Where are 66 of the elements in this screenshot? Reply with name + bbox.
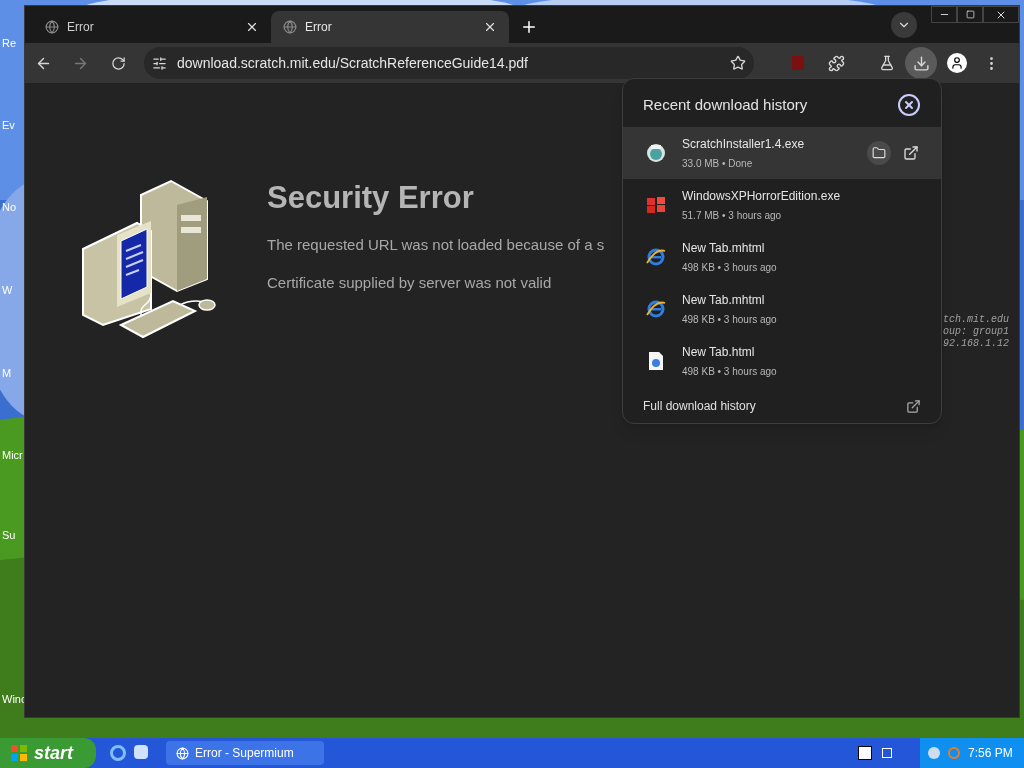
file-detail: 498 KB • 3 hours ago: [682, 365, 778, 379]
desktop-icon-label[interactable]: Micr: [2, 450, 23, 461]
download-icon: [912, 54, 930, 72]
file-name: New Tab.html: [682, 344, 756, 361]
show-in-folder-button[interactable]: [867, 141, 891, 165]
address-bar[interactable]: download.scratch.mit.edu/ScratchReferenceGuide14.pdf: [144, 47, 754, 79]
download-item[interactable]: WindowsXPHorrorEdition.exe 51.7 MB • 3 hours ago: [623, 179, 941, 231]
extensions-icon[interactable]: [828, 54, 845, 72]
browser-tab[interactable]: Error: [33, 11, 271, 43]
document-icon: [647, 351, 665, 371]
panel-title: Recent download history: [643, 94, 808, 115]
internet-explorer-icon: [645, 246, 667, 268]
task-title: Error - Supermium: [195, 745, 294, 762]
file-name: New Tab.mhtml: [682, 240, 766, 257]
internet-explorer-icon: [645, 298, 667, 320]
tab-search-button[interactable]: [891, 12, 917, 38]
taskbar-task[interactable]: Error - Supermium: [166, 741, 324, 765]
background-text: tch.mit.edu: [943, 314, 1009, 326]
reload-icon[interactable]: [111, 55, 126, 71]
flask-icon[interactable]: [879, 55, 895, 71]
open-external-icon[interactable]: [906, 398, 921, 414]
plus-icon: [520, 18, 538, 36]
download-item[interactable]: New Tab.mhtml 498 KB • 3 hours ago: [623, 231, 941, 283]
download-item[interactable]: New Tab.mhtml 498 KB • 3 hours ago: [623, 283, 941, 335]
bookmark-star-icon[interactable]: [730, 55, 746, 71]
folder-icon: [872, 146, 886, 160]
clock: 7:56 PM: [968, 745, 1013, 762]
open-file-icon[interactable]: [903, 145, 919, 161]
desktop-icon-label[interactable]: Re: [2, 38, 17, 49]
tab-title: Error: [305, 19, 333, 36]
start-button[interactable]: start: [0, 738, 96, 768]
file-name: New Tab.mhtml: [682, 292, 766, 309]
close-tab-icon[interactable]: [483, 20, 497, 34]
maximize-button[interactable]: [957, 6, 983, 23]
file-detail: 498 KB • 3 hours ago: [682, 261, 778, 275]
profile-icon[interactable]: [947, 53, 967, 73]
close-tab-icon[interactable]: [245, 20, 259, 34]
installer-icon: [646, 143, 666, 163]
browser-tab[interactable]: Error: [271, 11, 509, 43]
globe-icon: [45, 20, 59, 34]
globe-icon: [176, 746, 189, 760]
url-text: download.scratch.mit.edu/ScratchReferenceGuide14.pdf: [177, 53, 529, 73]
windows-flag-icon: [645, 195, 667, 215]
error-message: Certificate supplied by server was not valid: [267, 273, 553, 293]
maximize-icon: [965, 10, 975, 19]
close-icon[interactable]: [897, 93, 921, 117]
site-settings-icon[interactable]: [152, 55, 167, 71]
windows-flag-icon: [10, 744, 28, 762]
tab-title: Error: [67, 19, 95, 36]
file-detail: 33.0 MB • Done: [682, 157, 754, 171]
downloads-button[interactable]: [905, 47, 937, 79]
file-detail: 498 KB • 3 hours ago: [682, 313, 778, 327]
error-heading: Security Error: [267, 179, 475, 217]
file-name: ScratchInstaller1.4.exe: [682, 136, 806, 153]
download-item[interactable]: ScratchInstaller1.4.exe 33.0 MB • Done: [623, 127, 941, 179]
background-text: 92.168.1.12: [943, 338, 1009, 350]
internet-explorer-icon[interactable]: [110, 745, 126, 761]
desktop-icon-label[interactable]: Ev: [2, 120, 15, 131]
file-detail: 51.7 MB • 3 hours ago: [682, 209, 783, 223]
globe-icon: [283, 20, 297, 34]
file-name: WindowsXPHorrorEdition.exe: [682, 188, 842, 205]
error-message: The requested URL was not loaded because of a s: [267, 234, 605, 255]
background-text: oup: group1: [943, 326, 1009, 338]
desktop-icon-label[interactable]: Su: [2, 530, 16, 541]
download-item[interactable]: New Tab.html 498 KB • 3 hours ago: [623, 335, 941, 387]
full-history-link[interactable]: Full download history: [643, 397, 756, 415]
